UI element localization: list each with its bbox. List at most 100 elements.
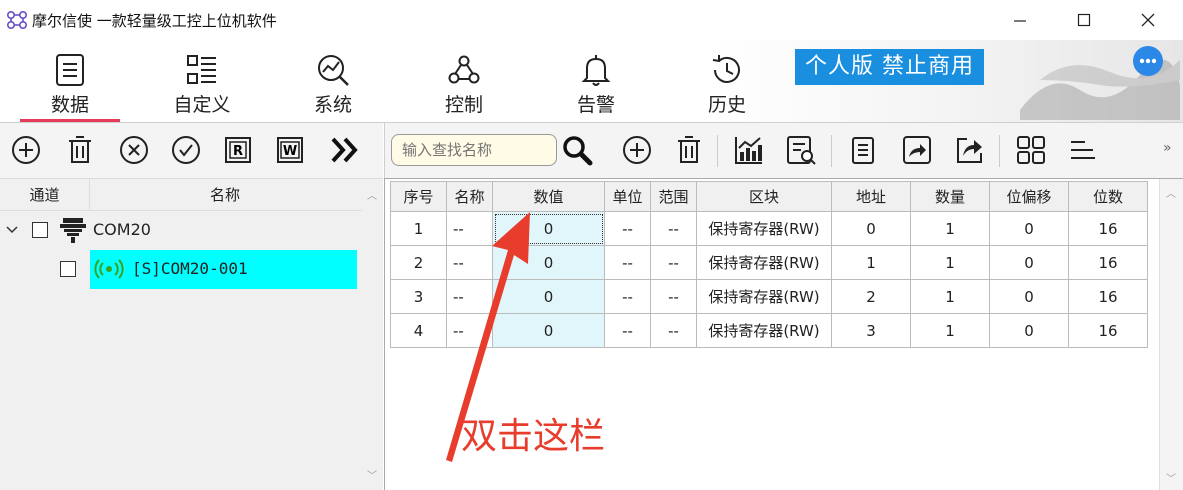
- col-address[interactable]: 地址: [831, 181, 911, 212]
- menu-item-alarm[interactable]: 告警: [546, 52, 646, 120]
- more-tools-button[interactable]: [326, 132, 362, 168]
- minimize-button[interactable]: [1000, 6, 1040, 34]
- cell-unit[interactable]: --: [604, 279, 651, 314]
- close-icon: [1141, 13, 1155, 27]
- write-button[interactable]: W: [272, 132, 308, 168]
- cell-bit-offset[interactable]: 0: [989, 211, 1069, 246]
- cell-unit[interactable]: --: [604, 245, 651, 280]
- cell-range[interactable]: --: [650, 313, 697, 348]
- cell-range[interactable]: --: [650, 279, 697, 314]
- add-channel-button[interactable]: [8, 132, 44, 168]
- add-point-button[interactable]: [619, 132, 655, 168]
- read-letter: R: [233, 144, 243, 159]
- chart-button[interactable]: [731, 132, 767, 168]
- scroll-up-icon[interactable]: ︿: [1166, 185, 1176, 200]
- channel-tree-panel: 通道 名称 COM20 [S]COM20-001 ︿ ﹀: [0, 178, 383, 490]
- com20-checkbox[interactable]: [32, 222, 48, 238]
- cell-bit-offset[interactable]: 0: [989, 245, 1069, 280]
- cell-bits[interactable]: 16: [1068, 279, 1148, 314]
- maximize-icon: [1077, 13, 1091, 27]
- cell-count[interactable]: 1: [910, 245, 990, 280]
- col-bits[interactable]: 位数: [1068, 181, 1148, 212]
- cell-block[interactable]: 保持寄存器(RW): [696, 211, 832, 246]
- menu-label-system: 系统: [313, 94, 352, 116]
- cell-bits[interactable]: 16: [1068, 211, 1148, 246]
- forward-icon: [903, 136, 931, 164]
- license-banner: 个人版 禁止商用: [795, 49, 984, 85]
- data-search-button[interactable]: [783, 132, 819, 168]
- cell-count[interactable]: 1: [910, 279, 990, 314]
- cell-range[interactable]: --: [650, 211, 697, 246]
- cell-bits[interactable]: 16: [1068, 245, 1148, 280]
- cell-bit-offset[interactable]: 0: [989, 279, 1069, 314]
- scroll-down-icon[interactable]: ﹀: [1166, 470, 1176, 485]
- menu-item-data[interactable]: 数据: [20, 52, 120, 122]
- data-search-icon: [787, 136, 816, 165]
- menu-item-control[interactable]: 控制: [414, 52, 514, 120]
- cell-unit[interactable]: --: [604, 313, 651, 348]
- menu-item-history[interactable]: 历史: [677, 52, 777, 120]
- search-input[interactable]: [392, 135, 556, 165]
- window-title: 摩尔信使 一款轻量级工控上位机软件: [32, 12, 277, 30]
- cell-bit-offset[interactable]: 0: [989, 313, 1069, 348]
- align-button[interactable]: [1065, 132, 1101, 168]
- cell-block[interactable]: 保持寄存器(RW): [696, 313, 832, 348]
- more-options-button[interactable]: [1133, 46, 1163, 76]
- delete-channel-button[interactable]: [62, 132, 98, 168]
- tree-label-device: [S]COM20-001: [132, 259, 248, 278]
- custom-list-icon: [187, 55, 216, 84]
- annotation-text: 双击这栏: [461, 416, 606, 457]
- menu-item-system[interactable]: 系统: [283, 52, 383, 120]
- chevron-down-icon[interactable]: [6, 225, 18, 235]
- read-button[interactable]: R: [220, 132, 256, 168]
- share-button[interactable]: [951, 132, 987, 168]
- cell-address[interactable]: 0: [831, 211, 911, 246]
- col-block[interactable]: 区块: [696, 181, 832, 212]
- forward-button[interactable]: [899, 132, 935, 168]
- cell-address[interactable]: 2: [831, 279, 911, 314]
- toolbar-expand-button[interactable]: »: [1163, 140, 1172, 156]
- cancel-button[interactable]: [116, 132, 152, 168]
- write-icon: W: [277, 137, 303, 163]
- maximize-button[interactable]: [1064, 6, 1104, 34]
- cell-unit[interactable]: --: [604, 211, 651, 246]
- delete-point-button[interactable]: [671, 132, 707, 168]
- grid-view-button[interactable]: [1013, 132, 1049, 168]
- scroll-up-icon[interactable]: ︿: [367, 187, 377, 202]
- menu-item-custom[interactable]: 自定义: [152, 52, 252, 120]
- tree-scrollbar[interactable]: ︿ ﹀: [363, 179, 383, 490]
- menu-label-alarm: 告警: [576, 94, 615, 116]
- col-count[interactable]: 数量: [910, 181, 990, 212]
- tree-label-com20: COM20: [93, 220, 151, 239]
- tree-row-com20[interactable]: COM20: [0, 212, 362, 248]
- col-value[interactable]: 数值: [492, 181, 605, 212]
- table-scrollbar[interactable]: ︿ ﹀: [1159, 179, 1183, 490]
- cell-bits[interactable]: 16: [1068, 313, 1148, 348]
- close-button[interactable]: [1128, 6, 1168, 34]
- tree-row-device[interactable]: [S]COM20-001: [0, 251, 362, 287]
- add-icon: [623, 136, 651, 164]
- toolbar-divider: [831, 135, 832, 167]
- align-icon: [1071, 141, 1095, 159]
- cell-address[interactable]: 1: [831, 245, 911, 280]
- more-dots-icon: [1139, 58, 1157, 64]
- copy-button[interactable]: [845, 132, 881, 168]
- menu-label-data: 数据: [50, 94, 89, 116]
- col-unit[interactable]: 单位: [604, 181, 651, 212]
- table-header-row: 序号 名称 数值 单位 范围 区块 地址 数量 位偏移 位数: [390, 181, 1148, 212]
- col-name[interactable]: 名称: [446, 181, 493, 212]
- scroll-down-icon[interactable]: ﹀: [367, 467, 377, 482]
- col-range[interactable]: 范围: [650, 181, 697, 212]
- device-checkbox[interactable]: [60, 261, 76, 277]
- col-bit-offset[interactable]: 位偏移: [989, 181, 1069, 212]
- cell-block[interactable]: 保持寄存器(RW): [696, 279, 832, 314]
- cell-count[interactable]: 1: [910, 313, 990, 348]
- col-index[interactable]: 序号: [390, 181, 447, 212]
- confirm-button[interactable]: [168, 132, 204, 168]
- cell-address[interactable]: 3: [831, 313, 911, 348]
- cell-block[interactable]: 保持寄存器(RW): [696, 245, 832, 280]
- search-button[interactable]: [559, 132, 595, 168]
- cell-range[interactable]: --: [650, 245, 697, 280]
- cell-count[interactable]: 1: [910, 211, 990, 246]
- search-box[interactable]: [391, 134, 557, 166]
